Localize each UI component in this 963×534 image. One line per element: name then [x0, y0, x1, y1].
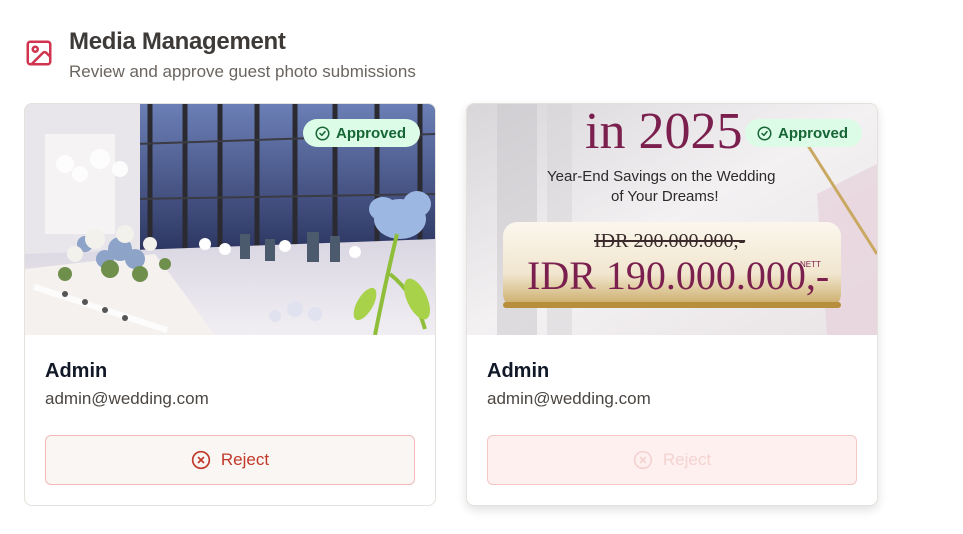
uploader-email: admin@wedding.com: [45, 389, 209, 408]
page-header: Media Management Review and approve gues…: [24, 28, 724, 88]
media-thumbnail[interactable]: in 2025 Year-End Savings on the Wedding …: [467, 104, 877, 335]
status-label: Approved: [335, 124, 406, 142]
uploader-name: Admin: [45, 360, 108, 382]
promo-tagline-1: Year-End Savings on the Wedding: [547, 168, 776, 185]
media-thumbnail[interactable]: Approved: [25, 104, 435, 335]
media-card: in 2025 Year-End Savings on the Wedding …: [466, 103, 878, 506]
reject-button[interactable]: Reject: [45, 435, 415, 485]
uploader-name: Admin: [487, 360, 550, 382]
status-badge: Approved: [744, 119, 862, 147]
uploader-email: admin@wedding.com: [487, 389, 651, 408]
promo-old-price: IDR 200.000.000,-: [594, 230, 746, 252]
reject-button[interactable]: Reject: [487, 435, 857, 485]
x-circle-icon: [191, 450, 211, 470]
promo-year-line: in 2025: [585, 104, 743, 160]
promo-new-price: IDR 190.000.000,-: [527, 253, 830, 298]
check-circle-icon: [757, 126, 772, 140]
reject-label: Reject: [220, 450, 270, 469]
media-card: Approved Admin admin@wedding.com Reject: [24, 103, 436, 506]
status-label: Approved: [777, 124, 848, 142]
promo-nett-label: NETT: [800, 260, 821, 269]
page-title: Media Management: [69, 28, 286, 55]
status-badge: Approved: [302, 119, 420, 147]
x-circle-icon: [633, 450, 653, 470]
promo-tagline-2: of Your Dreams!: [611, 188, 719, 205]
reject-label: Reject: [662, 450, 712, 469]
page-subtitle: Review and approve guest photo submissio…: [69, 62, 416, 81]
check-circle-icon: [315, 126, 330, 140]
image-icon: [24, 38, 54, 68]
